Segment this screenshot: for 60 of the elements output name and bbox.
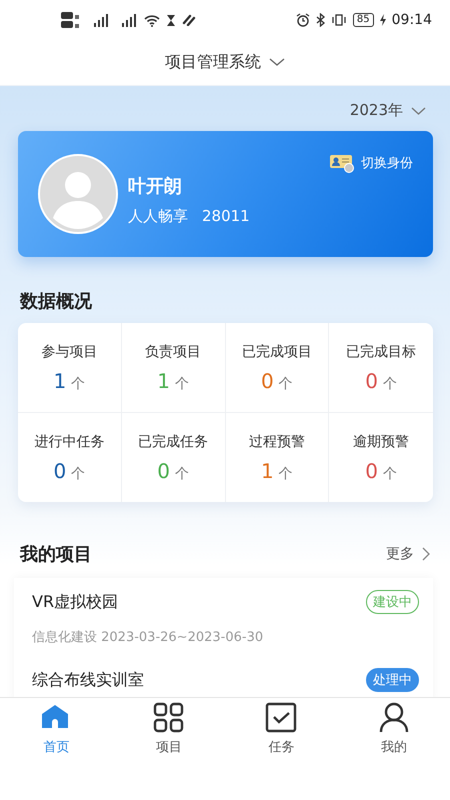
status-badge: 建设中 <box>366 590 419 614</box>
stat-label: 参与项目 <box>41 342 98 360</box>
stat-value: 1 <box>157 368 170 392</box>
more-link[interactable]: 更多 <box>386 545 430 563</box>
stat-label: 过程预警 <box>248 432 305 450</box>
stat-value: 0 <box>365 458 378 482</box>
stat-label: 负责项目 <box>145 342 202 360</box>
stat-unit: 个 <box>382 374 397 392</box>
stat-unit: 个 <box>174 464 189 482</box>
stat-label: 进行中任务 <box>34 432 104 450</box>
id-card-icon <box>329 153 355 173</box>
stat-unit: 个 <box>71 464 86 482</box>
link-icon <box>182 14 196 26</box>
system-selector[interactable]: 项目管理系统 <box>161 48 289 77</box>
tab[interactable]: 首页 <box>40 698 72 756</box>
grid-icon <box>152 702 185 734</box>
section-title: 数据概况 <box>20 290 93 313</box>
stat-value: 0 <box>157 458 170 482</box>
clock-time: 09:14 <box>392 12 432 28</box>
switch-identity-button[interactable]: 切换身份 <box>329 153 413 173</box>
project-name[interactable]: VR虚拟校园 <box>32 592 118 612</box>
alarm-icon <box>296 13 310 27</box>
tab[interactable]: 任务 <box>265 698 298 756</box>
chevron-down-icon <box>411 106 426 114</box>
stat-value: 1 <box>261 458 274 482</box>
stat-label: 逾期预警 <box>353 432 410 450</box>
check-icon <box>265 702 298 734</box>
person-icon <box>378 702 410 734</box>
chevron-down-icon <box>269 58 285 67</box>
stat-unit: 个 <box>278 464 293 482</box>
project-meta: 信息化建设 2023-03-26~2023-06-30 <box>32 629 264 646</box>
hourglass-icon <box>166 14 176 26</box>
project-name[interactable]: 综合布线实训室 <box>32 670 144 690</box>
user-id: 28011 <box>202 207 250 226</box>
stat-label: 已完成目标 <box>346 342 416 360</box>
bluetooth-icon <box>316 13 325 27</box>
battery-level: 85 <box>352 13 374 27</box>
vibrate-icon <box>330 13 347 27</box>
organization-name: 人人畅享 <box>128 207 188 226</box>
sim-icon <box>60 10 82 30</box>
stat-value: 1 <box>54 368 66 392</box>
avatar-icon <box>38 154 118 234</box>
user-name: 叶开朗 <box>128 175 183 198</box>
tab[interactable]: 我的 <box>378 698 410 756</box>
charging-icon <box>380 14 386 26</box>
year-selector[interactable]: 2023年 <box>344 100 432 121</box>
stat-value: 0 <box>365 368 378 392</box>
stat-value: 0 <box>261 368 274 392</box>
tab[interactable]: 项目 <box>152 698 185 756</box>
stat-unit: 个 <box>278 374 293 392</box>
stat-value: 0 <box>54 458 66 482</box>
stat-unit: 个 <box>174 374 189 392</box>
stat-label: 已完成项目 <box>242 342 312 360</box>
wifi-icon <box>144 14 160 26</box>
stat-unit: 个 <box>71 374 86 392</box>
status-badge: 处理中 <box>366 668 419 692</box>
stat-label: 已完成任务 <box>138 432 208 450</box>
chevron-right-icon <box>422 547 430 561</box>
stat-unit: 个 <box>382 464 397 482</box>
section-title: 我的项目 <box>20 543 92 566</box>
